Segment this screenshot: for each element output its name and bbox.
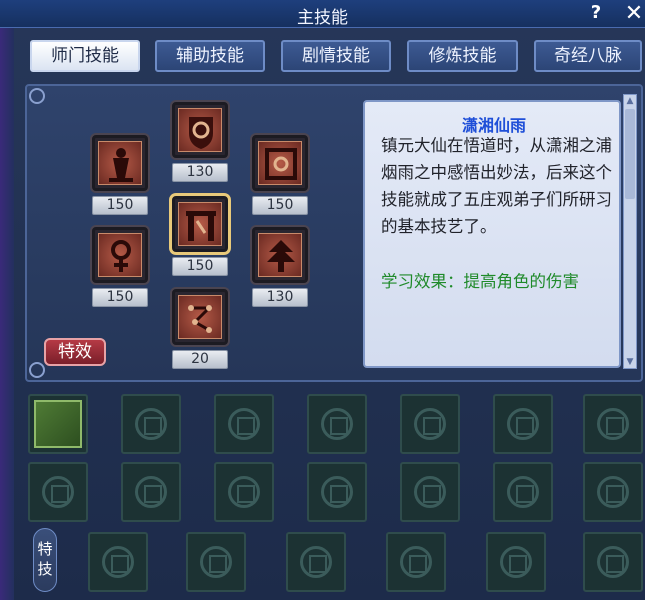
- empty-slot[interactable]: [121, 394, 181, 454]
- empty-slot[interactable]: [493, 394, 553, 454]
- empty-slot-emblem-icon: [102, 546, 134, 578]
- empty-slot[interactable]: [307, 394, 367, 454]
- jade-scroll-icon: [34, 400, 82, 448]
- title-bar: 主技能 ? ✕: [0, 0, 645, 28]
- description-scrollbar[interactable]: ▲ ▼: [623, 94, 637, 369]
- empty-slot[interactable]: [493, 462, 553, 522]
- tab-school-skills[interactable]: 师门技能: [30, 40, 140, 72]
- skill-level: 150: [92, 196, 148, 215]
- special-skill-slot[interactable]: [583, 532, 643, 592]
- empty-slot-emblem-icon: [200, 546, 232, 578]
- empty-slot[interactable]: [121, 462, 181, 522]
- skill-level: 150: [172, 257, 228, 276]
- help-button[interactable]: ?: [586, 2, 606, 24]
- empty-slot[interactable]: [214, 462, 274, 522]
- empty-slot-emblem-icon: [135, 408, 167, 440]
- special-skill-slot[interactable]: [286, 532, 346, 592]
- empty-slot-emblem-icon: [300, 546, 332, 578]
- skill-level: 150: [92, 288, 148, 307]
- skill-slot[interactable]: [172, 102, 228, 158]
- empty-slot[interactable]: [28, 462, 88, 522]
- tab-assist-skills[interactable]: 辅助技能: [155, 40, 265, 72]
- empty-slot[interactable]: [583, 394, 643, 454]
- skill-slot[interactable]: [172, 289, 228, 345]
- constellation-icon: [178, 295, 222, 339]
- female-symbol-icon: [98, 233, 142, 277]
- special-skill-slot[interactable]: [88, 532, 148, 592]
- empty-slot[interactable]: [307, 462, 367, 522]
- empty-slot-emblem-icon: [597, 408, 629, 440]
- skill-slot[interactable]: [92, 227, 148, 283]
- pillar-gate-icon: [178, 202, 222, 246]
- empty-slot-emblem-icon: [321, 408, 353, 440]
- skill-description-panel: 潇湘仙雨 镇元大仙在悟道时，从潇湘之浦烟雨之中感悟出妙法，后来这个技能就成了五庄…: [363, 100, 621, 368]
- skill-description: 镇元大仙在悟道时，从潇湘之浦烟雨之中感悟出妙法，后来这个技能就成了五庄观弟子们所…: [381, 136, 612, 236]
- skill-level: 130: [252, 288, 308, 307]
- empty-slot-emblem-icon: [414, 476, 446, 508]
- corner-ornament: [29, 362, 45, 378]
- close-button[interactable]: ✕: [624, 1, 644, 26]
- skill-item-slot[interactable]: [28, 394, 88, 454]
- square-seal-icon: [258, 141, 302, 185]
- empty-slot-emblem-icon: [228, 476, 260, 508]
- empty-slot-emblem-icon: [321, 476, 353, 508]
- skill-slot-selected[interactable]: [172, 196, 228, 252]
- empty-slot[interactable]: [400, 394, 460, 454]
- scroll-up-arrow-icon[interactable]: ▲: [624, 95, 636, 107]
- scroll-down-arrow-icon[interactable]: ▼: [624, 356, 636, 368]
- tab-meridians[interactable]: 奇经八脉: [534, 40, 642, 72]
- special-effect-button[interactable]: 特效: [44, 338, 106, 366]
- corner-ornament: [29, 88, 45, 104]
- empty-slot[interactable]: [583, 462, 643, 522]
- empty-slot-emblem-icon: [507, 408, 539, 440]
- empty-slot-emblem-icon: [42, 476, 74, 508]
- empty-slot-emblem-icon: [228, 408, 260, 440]
- skill-level: 130: [172, 163, 228, 182]
- scroll-thumb[interactable]: [625, 109, 635, 199]
- left-decor: [0, 0, 14, 600]
- tree-icon: [258, 233, 302, 277]
- special-skill-slot[interactable]: [386, 532, 446, 592]
- warrior-icon: [98, 141, 142, 185]
- empty-slot-emblem-icon: [400, 546, 432, 578]
- window-title: 主技能: [297, 8, 348, 28]
- shield-swirl-icon: [178, 108, 222, 152]
- skill-level: 150: [252, 196, 308, 215]
- empty-slot-emblem-icon: [135, 476, 167, 508]
- empty-slot-emblem-icon: [597, 546, 629, 578]
- skill-effect: 学习效果：提高角色的伤害: [381, 272, 579, 291]
- special-skill-slot[interactable]: [486, 532, 546, 592]
- empty-slot[interactable]: [214, 394, 274, 454]
- tab-cultivation-skills[interactable]: 修炼技能: [407, 40, 518, 72]
- special-skill-slot[interactable]: [186, 532, 246, 592]
- empty-slot-emblem-icon: [500, 546, 532, 578]
- skill-slot[interactable]: [252, 227, 308, 283]
- skill-window: 主技能 ? ✕ 师门技能 辅助技能 剧情技能 修炼技能 奇经八脉 130 150…: [0, 0, 645, 600]
- special-skills-tab[interactable]: 特技: [33, 528, 57, 592]
- tab-story-skills[interactable]: 剧情技能: [281, 40, 391, 72]
- skill-level: 20: [172, 350, 228, 369]
- empty-slot-emblem-icon: [597, 476, 629, 508]
- skill-slot[interactable]: [92, 135, 148, 191]
- skill-slot[interactable]: [252, 135, 308, 191]
- empty-slot[interactable]: [400, 462, 460, 522]
- empty-slot-emblem-icon: [414, 408, 446, 440]
- empty-slot-emblem-icon: [507, 476, 539, 508]
